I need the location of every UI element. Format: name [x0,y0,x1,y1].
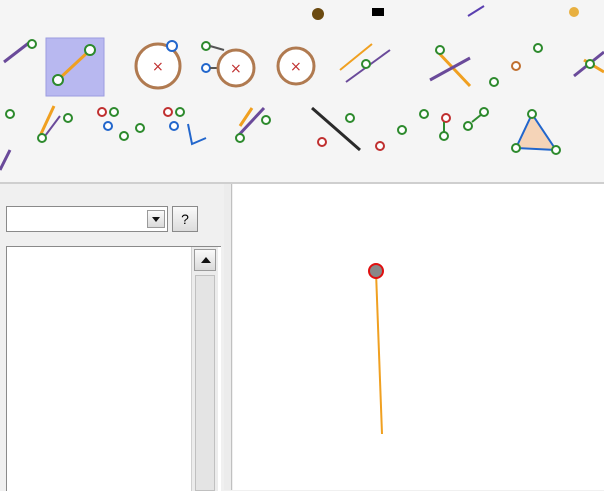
dropdown-arrow-icon[interactable] [147,210,165,228]
toolbar: × × × [0,0,604,182]
toolbar-row-2 [0,105,561,171]
graphics-view[interactable] [233,184,604,490]
object-list[interactable] [6,246,221,491]
circle-center-icon[interactable]: × [276,46,316,86]
svg-text:×: × [290,59,302,75]
segment-between-points-icon-selected-bg[interactable] [45,37,105,97]
view-combo-box[interactable] [6,206,168,232]
vertical-scrollbar[interactable] [191,247,218,491]
vector-tool-icon[interactable] [163,107,207,146]
compass-circle-icon[interactable]: × [201,41,256,88]
scroll-thumb[interactable] [195,275,215,491]
angle-bisector-icon[interactable] [573,50,604,78]
partial-tool-icon[interactable] [467,5,485,17]
scroll-up-arrow-icon[interactable] [194,249,216,271]
toolbar-icons: × × × [0,5,604,171]
point[interactable] [368,263,384,279]
point-on-object-icon[interactable] [97,107,145,141]
algebra-panel: ? [0,184,225,491]
toolbar-top-row-partial [312,5,579,20]
line-through-points-icon[interactable] [37,105,73,143]
parallel-line-icon[interactable] [339,43,391,83]
collinear-points-icon[interactable] [489,43,543,87]
partial-tool-icon[interactable] [312,8,324,20]
partial-tool-icon[interactable] [569,7,579,17]
panel-divider[interactable] [224,184,232,490]
intersection-tool-icon[interactable] [311,106,361,152]
segment-tool-icon[interactable] [3,39,37,64]
segment[interactable] [375,271,383,435]
line-tool-icon[interactable] [234,106,271,143]
perpendicular-line-icon[interactable] [429,45,472,88]
partial-tool-icon[interactable] [372,8,384,16]
midpoint-tool-icon[interactable] [375,109,429,151]
graphics-canvas[interactable] [233,184,604,490]
locus-tool-icon[interactable] [439,107,489,141]
svg-text:×: × [152,59,164,75]
circle-with-center-icon[interactable]: × [134,40,182,90]
triangle-polygon-icon[interactable] [511,109,561,155]
ray-tool-icon[interactable] [0,109,15,171]
help-button[interactable]: ? [172,206,198,232]
toolbar-row-1: × × × [3,37,604,97]
svg-text:×: × [230,61,242,77]
